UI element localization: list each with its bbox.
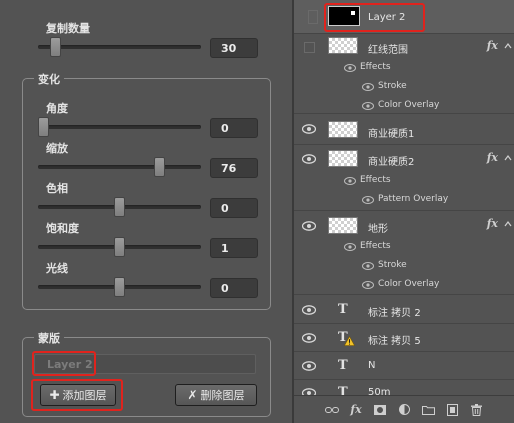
- layer-name[interactable]: 红线范围: [368, 41, 408, 56]
- layer-name[interactable]: 商业硬质2: [368, 153, 414, 168]
- layer-row-label-copy-5[interactable]: T 标注 拷贝 5: [294, 324, 514, 352]
- eye-icon[interactable]: [302, 388, 316, 395]
- light-slider-thumb[interactable]: [114, 277, 125, 297]
- mask-layer-field[interactable]: Layer 2: [34, 354, 256, 374]
- effect-stroke: Stroke: [378, 260, 407, 270]
- warning-icon: [344, 336, 355, 346]
- chevron-up-icon[interactable]: [504, 155, 512, 161]
- new-layer-icon[interactable]: [440, 402, 464, 418]
- eye-icon[interactable]: [344, 64, 356, 72]
- effects-label: Effects: [360, 62, 391, 72]
- layers-panel: Layer 2 红线范围 fx Effects Stroke Color Ove…: [294, 0, 514, 423]
- eye-icon[interactable]: [302, 361, 316, 371]
- saturation-label: 饱和度: [46, 222, 79, 235]
- layer-row-n[interactable]: T N: [294, 352, 514, 380]
- eye-icon[interactable]: [302, 221, 316, 231]
- fx-icon[interactable]: fx: [487, 217, 498, 230]
- layer-name[interactable]: N: [368, 360, 375, 371]
- layer-thumbnail: [328, 37, 358, 54]
- layer-row-commercial-2[interactable]: 商业硬质2 fx Effects Pattern Overlay: [294, 145, 514, 211]
- effect-color-overlay: Color Overlay: [378, 100, 440, 110]
- layer-name[interactable]: 地形: [368, 220, 388, 235]
- effects-label: Effects: [360, 241, 391, 251]
- layer-name[interactable]: 标注 拷贝 2: [368, 304, 421, 319]
- delete-layer-button-label: 删除图层: [200, 389, 245, 402]
- layer-name[interactable]: 标注 拷贝 5: [368, 332, 421, 347]
- trash-icon[interactable]: [464, 402, 488, 418]
- saturation-slider-thumb[interactable]: [114, 237, 125, 257]
- hue-label: 色相: [46, 182, 68, 195]
- layer-row-label-copy-2[interactable]: T 标注 拷贝 2: [294, 295, 514, 324]
- eye-icon[interactable]: [302, 124, 316, 134]
- layer-row-red-line[interactable]: 红线范围 fx Effects Stroke Color Overlay: [294, 34, 514, 114]
- light-label: 光线: [46, 262, 68, 275]
- layer-row-layer-2[interactable]: Layer 2: [294, 0, 514, 34]
- chevron-up-icon[interactable]: [504, 43, 512, 49]
- layer-thumbnail: [328, 217, 358, 234]
- layer-row-commercial-1[interactable]: 商业硬质1: [294, 114, 514, 145]
- eye-icon[interactable]: [302, 333, 316, 343]
- delete-layer-button[interactable]: ✗ 删除图层: [175, 384, 257, 406]
- scale-input[interactable]: 76: [210, 158, 258, 178]
- plus-icon: ✚: [49, 388, 60, 402]
- angle-slider-thumb[interactable]: [38, 117, 49, 137]
- visibility-toggle[interactable]: [308, 10, 318, 24]
- eye-icon[interactable]: [362, 196, 374, 204]
- layer-thumbnail-black: [328, 6, 360, 26]
- x-icon: ✗: [187, 388, 198, 402]
- layer-row-50m[interactable]: T 50m: [294, 380, 514, 395]
- saturation-input[interactable]: 1: [210, 238, 258, 258]
- link-icon[interactable]: [320, 402, 344, 418]
- scale-slider-thumb[interactable]: [153, 157, 165, 177]
- hue-input[interactable]: 0: [210, 198, 258, 218]
- change-group-title: 变化: [34, 71, 64, 87]
- angle-label: 角度: [46, 102, 68, 115]
- left-panel: 复制数量 30 变化 角度 0 缩放 76 色相 0 饱和度 1 光线 0 蒙版…: [0, 0, 292, 423]
- eye-icon[interactable]: [362, 83, 374, 91]
- mask-badge-icon: [350, 10, 356, 16]
- folder-icon[interactable]: [416, 402, 440, 418]
- adjustment-icon[interactable]: [392, 402, 416, 418]
- fx-icon[interactable]: fx: [487, 39, 498, 52]
- layer-row-terrain[interactable]: 地形 fx Effects Stroke Color Overlay: [294, 211, 514, 295]
- layers-footer: fx: [294, 395, 514, 423]
- chevron-up-icon[interactable]: [504, 221, 512, 227]
- effects-label: Effects: [360, 175, 391, 185]
- eye-icon[interactable]: [344, 243, 356, 251]
- fx-icon[interactable]: fx: [344, 402, 368, 418]
- layer-name[interactable]: 商业硬质1: [368, 125, 414, 140]
- text-layer-icon: T: [338, 358, 348, 373]
- eye-icon[interactable]: [362, 262, 374, 270]
- visibility-toggle[interactable]: [304, 42, 315, 53]
- eye-icon[interactable]: [302, 154, 316, 164]
- mask-icon[interactable]: [368, 402, 392, 418]
- eye-icon[interactable]: [362, 102, 374, 110]
- light-input[interactable]: 0: [210, 278, 258, 298]
- scale-slider-track[interactable]: [38, 165, 201, 169]
- layer-thumbnail: [328, 150, 358, 167]
- fx-icon[interactable]: fx: [487, 151, 498, 164]
- copy-count-input[interactable]: 30: [210, 38, 258, 58]
- eye-icon[interactable]: [302, 305, 316, 315]
- add-layer-button-label: 添加图层: [62, 389, 107, 402]
- effect-color-overlay: Color Overlay: [378, 279, 440, 289]
- text-layer-icon: T: [338, 385, 348, 395]
- eye-icon[interactable]: [344, 177, 356, 185]
- add-layer-button[interactable]: ✚ 添加图层: [40, 384, 116, 406]
- text-layer-icon: T: [338, 302, 348, 317]
- angle-slider-track[interactable]: [38, 125, 201, 129]
- copy-count-label: 复制数量: [46, 22, 90, 35]
- eye-icon[interactable]: [362, 281, 374, 289]
- angle-input[interactable]: 0: [210, 118, 258, 138]
- mask-group-title: 蒙版: [34, 330, 64, 346]
- copy-count-slider-thumb[interactable]: [50, 37, 62, 57]
- effect-pattern-overlay: Pattern Overlay: [378, 194, 449, 204]
- hue-slider-thumb[interactable]: [114, 197, 125, 217]
- layer-name[interactable]: 50m: [368, 387, 390, 395]
- effect-stroke: Stroke: [378, 81, 407, 91]
- layer-name[interactable]: Layer 2: [368, 12, 405, 23]
- scale-label: 缩放: [46, 142, 68, 155]
- copy-count-slider-track[interactable]: [38, 45, 201, 49]
- layer-thumbnail: [328, 121, 358, 138]
